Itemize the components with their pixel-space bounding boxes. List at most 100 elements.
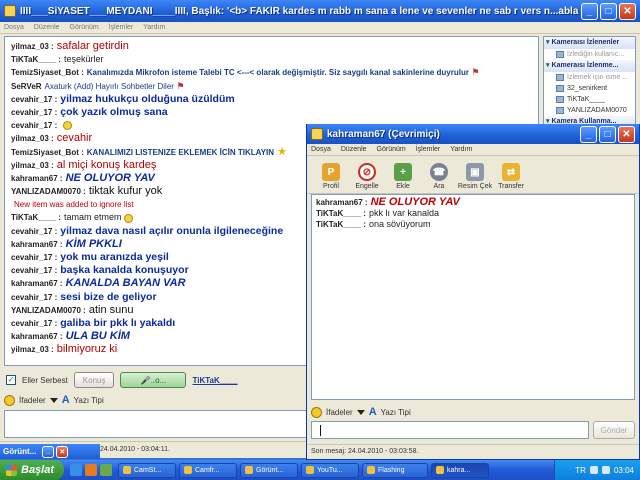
message-username[interactable]: kahraman67 : xyxy=(316,198,368,207)
ifadeler-button[interactable]: İfadeler xyxy=(19,396,46,405)
close-button[interactable]: ✕ xyxy=(618,125,635,143)
toolbar-transfer-button[interactable]: ⇄ Transfer xyxy=(493,163,529,190)
toolbar-engelle-button[interactable]: ⊘ Engelle xyxy=(349,163,385,190)
menu-islemler[interactable]: İşlemler xyxy=(416,146,441,153)
ie-icon[interactable] xyxy=(70,464,82,476)
close-button[interactable]: ✕ xyxy=(619,2,636,20)
message-username[interactable]: yilmaz_03 : xyxy=(11,134,54,143)
media-icon[interactable] xyxy=(85,464,97,476)
dropdown-arrow-icon[interactable] xyxy=(356,409,365,415)
speaker-nick-link[interactable]: TiKTaK____ xyxy=(192,376,237,385)
message-username[interactable]: TemizSiyaset_Bot : xyxy=(11,148,84,157)
menu-gorunum[interactable]: Görünüm xyxy=(70,24,99,31)
message-username[interactable]: cevahir_17 : xyxy=(11,293,57,302)
pm-message-input[interactable] xyxy=(311,421,589,439)
eller-serbest-checkbox[interactable]: ✓ xyxy=(6,375,16,385)
camera-user-label: İzlediğin kullanıc... xyxy=(567,51,625,58)
message-text: KİM PKKLI xyxy=(65,237,122,250)
message-username[interactable]: cevahir_17 : xyxy=(11,121,57,130)
message-username[interactable]: TemizSiyaset_Bot : xyxy=(11,68,84,77)
chat-message: TiKTaK____ : pkk lı var kanalda xyxy=(316,208,630,219)
close-button[interactable]: ✕ xyxy=(56,445,69,458)
message-username[interactable]: yilmaz_03 : xyxy=(11,42,54,51)
camera-user-item[interactable]: YANLIZADAM0070 xyxy=(544,105,635,116)
eller-serbest-label: Eller Serbest xyxy=(22,375,68,385)
menu-duzenle[interactable]: Düzenle xyxy=(341,146,367,153)
message-username[interactable]: kahraman67 : xyxy=(11,332,63,341)
minimize-button[interactable]: _ xyxy=(42,445,55,458)
message-username[interactable]: YANLIZADAM0070 : xyxy=(11,306,86,315)
menu-dosya[interactable]: Dosya xyxy=(311,146,331,153)
camera-section-header[interactable]: ▾ Kameraısı İzlenenler xyxy=(544,37,635,49)
taskbar-item[interactable]: CamSt... xyxy=(118,462,176,478)
language-indicator[interactable]: TR xyxy=(575,466,586,475)
taskbar-item[interactable]: Görünt... xyxy=(240,462,298,478)
message-text: NE OLUYOR YAV xyxy=(370,196,460,208)
network-icon[interactable] xyxy=(589,466,598,474)
message-username[interactable]: cevahir_17 : xyxy=(11,95,57,104)
message-username[interactable]: SeRVeR xyxy=(11,82,42,91)
message-username[interactable]: TiKTaK____ : xyxy=(11,55,61,64)
message-username[interactable]: TiKTaK____ : xyxy=(316,209,366,218)
message-username[interactable]: cevahir_17 : xyxy=(11,253,57,262)
message-username[interactable]: TiKTaK____ : xyxy=(316,220,366,229)
message-username[interactable]: kahraman67 : xyxy=(11,279,63,288)
message-username[interactable]: cevahir_17 : xyxy=(11,227,57,236)
message-username[interactable]: yilmaz_03 : xyxy=(11,161,54,170)
minimize-button[interactable]: _ xyxy=(580,125,597,143)
konus-button[interactable]: Konuş xyxy=(73,372,115,388)
toolbar-ara-button[interactable]: ☎ Ara xyxy=(421,163,457,190)
camera-user-label: TiKTaK____ xyxy=(567,96,605,103)
taskbar-item[interactable]: Camfr... xyxy=(179,462,237,478)
camera-user-item[interactable]: TiKTaK____ xyxy=(544,94,635,105)
toolbar-profil-button[interactable]: P Profil xyxy=(313,163,349,190)
menu-yardim[interactable]: Yardım xyxy=(143,24,165,31)
message-username[interactable]: yilmaz_03 : xyxy=(11,345,54,354)
pm-titlebar[interactable]: kahraman67 (Çevrimiçi) _ □ ✕ xyxy=(307,124,639,144)
ifadeler-button[interactable]: İfadeler xyxy=(326,408,353,417)
emoticon-icon[interactable] xyxy=(4,394,15,406)
menu-islemler[interactable]: İşlemler xyxy=(109,24,134,31)
menu-dosya[interactable]: Dosya xyxy=(4,24,24,31)
yazi-tipi-button[interactable]: Yazı Tipi xyxy=(381,408,411,417)
maximize-button[interactable]: □ xyxy=(600,2,617,20)
taskbar-item[interactable]: kahra... xyxy=(431,462,489,478)
send-button[interactable]: Gönder xyxy=(593,421,635,439)
emoticon-icon[interactable] xyxy=(311,406,322,418)
taskbar-item[interactable]: Flashing xyxy=(362,462,428,478)
desktop-icon[interactable] xyxy=(100,464,112,476)
minimize-button[interactable]: _ xyxy=(581,2,598,20)
camera-user-item[interactable]: İzlemek için isme ... xyxy=(544,72,635,83)
dropdown-arrow-icon[interactable] xyxy=(49,397,58,403)
toolbar-ekle-button[interactable]: + Ekle xyxy=(385,163,421,190)
message-username[interactable]: cevahir_17 : xyxy=(11,108,57,117)
camera-section-header[interactable]: ▾ Kameraısı İzlenme... xyxy=(544,60,635,72)
message-username[interactable]: cevahir_17 : xyxy=(11,319,57,328)
font-icon[interactable]: A xyxy=(369,406,377,418)
yazi-tipi-button[interactable]: Yazı Tipi xyxy=(74,396,104,405)
volume-icon[interactable] xyxy=(601,466,610,474)
message-username[interactable]: TiKTaK____ : xyxy=(11,213,61,222)
menu-yardim[interactable]: Yardım xyxy=(450,146,472,153)
clock[interactable]: 03:04 xyxy=(614,466,634,475)
start-button[interactable]: Başlat xyxy=(0,460,64,480)
minimized-window[interactable]: Görünt... _ ✕ xyxy=(0,444,100,459)
pm-message-area[interactable]: kahraman67 : NE OLUYOR YAV TiKTaK____ : pkk… xyxy=(311,194,635,400)
camera-user-item[interactable]: 32_senirkent xyxy=(544,83,635,94)
menu-gorunum[interactable]: Görünüm xyxy=(377,146,406,153)
taskbar-item[interactable]: YouTu... xyxy=(301,462,359,478)
message-username[interactable]: kahraman67 : xyxy=(11,174,63,183)
message-username[interactable]: cevahir_17 : xyxy=(11,266,57,275)
maximize-button[interactable]: □ xyxy=(599,125,616,143)
favorite-star-icon[interactable]: ★ xyxy=(274,146,287,158)
toolbar-resim-button[interactable]: ▣ Resim Çek xyxy=(457,163,493,190)
microphone-button[interactable]: 🎤 ..o... xyxy=(120,372,187,388)
font-icon[interactable]: A xyxy=(62,394,70,406)
toolbar-label: Profil xyxy=(323,183,339,190)
camera-user-item[interactable]: İzlediğin kullanıc... xyxy=(544,49,635,60)
quick-launch xyxy=(64,464,118,476)
message-username[interactable]: YANLIZADAM0070 : xyxy=(11,187,86,196)
message-username[interactable]: kahraman67 : xyxy=(11,240,63,249)
main-titlebar[interactable]: IIII___SiYASET___MEYDANI____IIII, Başlık… xyxy=(0,0,640,22)
menu-duzenle[interactable]: Düzenle xyxy=(34,24,60,31)
